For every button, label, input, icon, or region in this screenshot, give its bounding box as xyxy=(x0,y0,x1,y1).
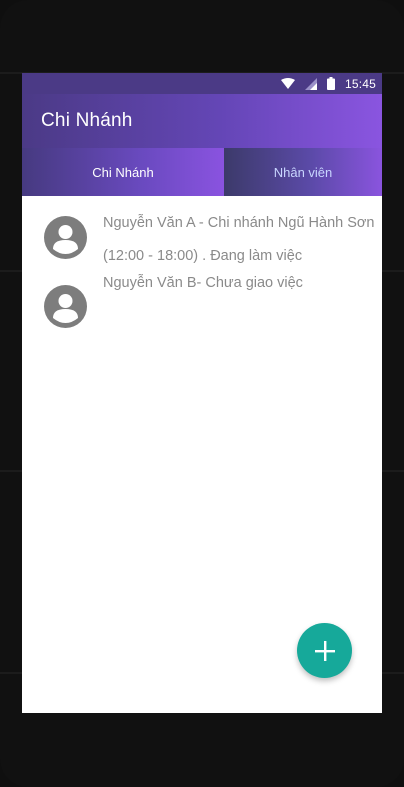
list-item-title: Nguyễn Văn B- Chưa giao việc xyxy=(103,275,303,291)
tab-bar: Chi Nhánh Nhân viên xyxy=(22,148,382,196)
list-item[interactable]: Nguyễn Văn B- Chưa giao việc xyxy=(22,275,382,348)
battery-icon xyxy=(326,77,335,90)
page-title: Chi Nhánh xyxy=(41,110,133,131)
wifi-icon xyxy=(280,77,295,90)
app-screen: 15:45 Chi Nhánh Chi Nhánh Nhân viên Nguy… xyxy=(22,73,382,713)
status-icons: 15:45 xyxy=(280,73,376,94)
add-button[interactable] xyxy=(297,623,352,678)
account-circle-icon xyxy=(44,285,87,328)
device-frame: 15:45 Chi Nhánh Chi Nhánh Nhân viên Nguy… xyxy=(0,0,404,787)
tab-chi-nhanh[interactable]: Chi Nhánh xyxy=(22,148,224,196)
tab-label: Nhân viên xyxy=(273,164,333,180)
list-item-title: Nguyễn Văn A - Chi nhánh Ngũ Hành Sơn xyxy=(103,215,375,231)
list-item-text: Nguyễn Văn B- Chưa giao việc xyxy=(103,267,378,300)
tab-label: Chi Nhánh xyxy=(92,164,154,180)
list-item[interactable]: Nguyễn Văn A - Chi nhánh Ngũ Hành Sơn (1… xyxy=(22,196,382,278)
plus-icon xyxy=(314,640,335,661)
tab-nhan-vien[interactable]: Nhân viên xyxy=(224,148,382,196)
app-bar: Chi Nhánh xyxy=(22,94,382,148)
list-item-text: Nguyễn Văn A - Chi nhánh Ngũ Hành Sơn (1… xyxy=(103,207,378,273)
cell-signal-icon xyxy=(304,77,317,90)
status-bar: 15:45 xyxy=(22,73,382,94)
account-circle-icon xyxy=(44,216,87,259)
employee-list: Nguyễn Văn A - Chi nhánh Ngũ Hành Sơn (1… xyxy=(22,196,382,348)
status-time: 15:45 xyxy=(344,76,376,91)
